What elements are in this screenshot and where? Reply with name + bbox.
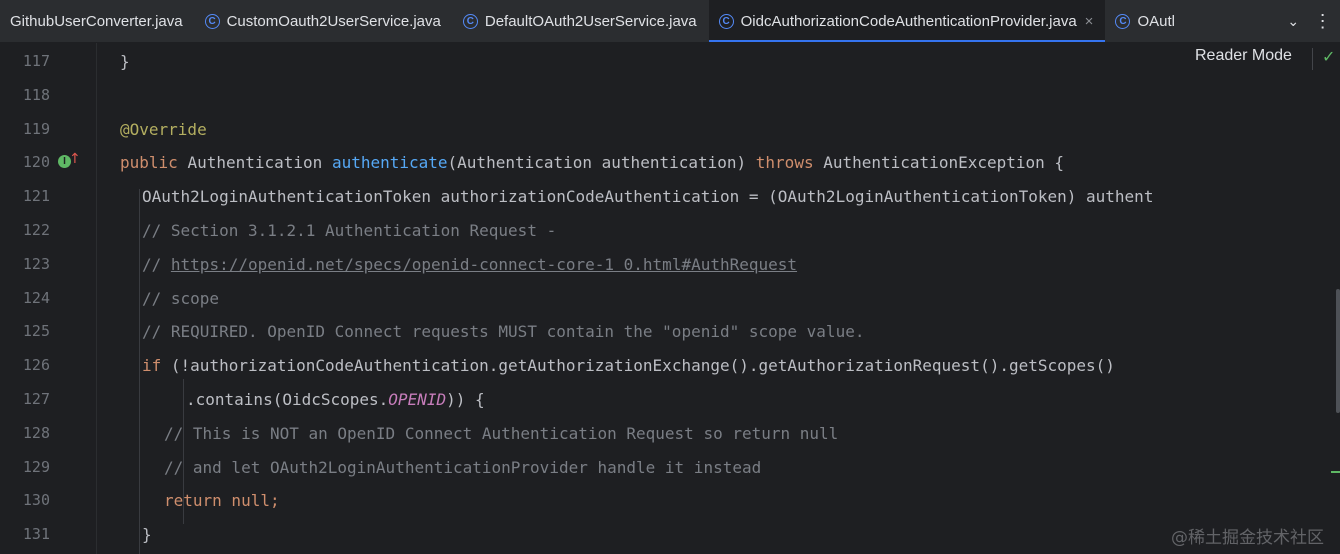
code-line: 120 public Authentication authenticate(Au… (0, 146, 1340, 180)
code-line: 129 // and let OAuth2LoginAuthenticationP… (0, 451, 1340, 485)
line-number: 130 (22, 491, 50, 510)
code-token: // (142, 254, 171, 274)
line-number: 128 (22, 423, 50, 442)
line-number: 127 (22, 390, 50, 408)
code-token: // scope (142, 288, 220, 308)
code-line: 117} (0, 45, 1340, 79)
tab-overflow-controls: ⌄ ⋮ (1280, 0, 1340, 42)
tab-oidcauthorizationcodeauthenticationprovider[interactable]: C OidcAuthorizationCodeAuthenticationPro… (708, 0, 1106, 42)
code-token: if (142, 356, 171, 376)
code-line: 131} (0, 518, 1340, 552)
tab-oauth-truncated[interactable]: C OAutl (1105, 0, 1187, 42)
more-icon[interactable]: ⋮ (1314, 11, 1333, 32)
code-token: @Override (120, 119, 207, 139)
override-arrow-icon[interactable]: ↑ (69, 151, 81, 167)
code-text: // REQUIRED. OpenID Connect requests MUS… (142, 315, 864, 349)
code-text: @Override (120, 113, 207, 147)
code-token: // Section 3.1.2.1 Authentication Reques… (142, 221, 557, 240)
code-token: throws (755, 153, 824, 173)
code-text: public Authentication authenticate(Authe… (120, 146, 1064, 180)
line-number: 118 (22, 85, 50, 104)
tab-label: CustomOauth2UserService.java (226, 12, 441, 30)
tab-label: OAutl (1137, 12, 1175, 30)
class-icon: C (718, 13, 734, 29)
code-text: if (!authorizationCodeAuthentication.get… (142, 349, 1115, 383)
tab-label: OidcAuthorizationCodeAuthenticationProvi… (740, 12, 1077, 30)
code-text: // Section 3.1.2.1 Authentication Reques… (142, 214, 556, 248)
indent-guide (139, 189, 140, 554)
code-line: 118 (0, 79, 1340, 113)
change-marker (1331, 471, 1340, 473)
code-token: // and let OAuth2LoginAuthenticationProv… (164, 457, 762, 477)
line-number: 126 (22, 356, 50, 375)
code-line: 122 // Section 3.1.2.1 Authentication Req… (0, 214, 1340, 248)
tab-customoauth2userservice[interactable]: C CustomOauth2UserService.java (195, 0, 453, 42)
chevron-down-icon[interactable]: ⌄ (1287, 13, 1299, 30)
code-token: // This is NOT an OpenID Connect Authent… (164, 423, 839, 443)
code-token: OPENID (388, 390, 447, 409)
code-token: Authentication (187, 153, 332, 173)
checkmark-icon[interactable]: ✓ (1322, 47, 1335, 66)
code-line: 121 OAuth2LoginAuthenticationToken author… (0, 180, 1340, 214)
code-line: 130 return null; (0, 484, 1340, 518)
code-token: authenticate (331, 153, 448, 173)
code-editor[interactable]: 117} 118 119 @Override 120 public Authenticat… (0, 43, 1340, 554)
code-text: } (120, 45, 130, 79)
code-text: // and let OAuth2LoginAuthenticationProv… (164, 451, 761, 485)
indent-guide (183, 379, 184, 524)
editor-tab-bar: GithubUserConverter.java C CustomOauth2U… (0, 0, 1340, 43)
line-number: 119 (22, 119, 50, 138)
line-number: 122 (22, 221, 50, 239)
code-text: // scope (142, 282, 219, 316)
code-line: 124 // scope (0, 282, 1340, 316)
code-token: https://openid.net/specs/openid-connect-… (170, 254, 798, 274)
watermark: @稀土掘金技术社区 (1171, 528, 1324, 548)
line-number: 123 (22, 254, 50, 273)
code-token: AuthenticationException { (823, 153, 1065, 173)
code-line: 123 // https://openid.net/specs/openid-co… (0, 248, 1340, 282)
code-token: } (120, 52, 130, 71)
code-token: .contains(OidcScopes. (186, 390, 389, 409)
code-line: 127 .contains(OidcScopes.OPENID)) { (0, 383, 1340, 417)
code-line: 126 if (!authorizationCodeAuthentication.… (0, 349, 1340, 383)
code-token: OAuth2LoginAuthenticationToken authoriza… (142, 187, 1154, 207)
line-number: 131 (22, 525, 50, 544)
code-text: return null; (164, 484, 280, 518)
close-icon[interactable]: × (1085, 13, 1094, 30)
code-token: } (142, 525, 152, 545)
code-token: public (120, 153, 188, 173)
line-number: 117 (22, 52, 50, 70)
line-number: 129 (22, 457, 50, 476)
tab-label: GithubUserConverter.java (10, 12, 183, 30)
code-text: .contains(OidcScopes.OPENID)) { (186, 383, 485, 417)
tab-defaultoauth2userservice[interactable]: C DefaultOAuth2UserService.java (453, 0, 709, 42)
code-token: // REQUIRED. OpenID Connect requests MUS… (142, 322, 865, 342)
class-icon: C (204, 13, 220, 29)
code-line: 125 // REQUIRED. OpenID Connect requests … (0, 315, 1340, 349)
code-text: OAuth2LoginAuthenticationToken authoriza… (142, 180, 1153, 214)
code-text: } (142, 518, 152, 552)
code-token: (Authentication authentication) (447, 153, 756, 173)
code-line: 119 @Override (0, 113, 1340, 147)
code-text: // https://openid.net/specs/openid-conne… (142, 248, 797, 282)
class-icon: C (1115, 13, 1131, 29)
toolbar-divider (1312, 48, 1313, 70)
code-token: (!authorizationCodeAuthentication.getAut… (170, 356, 1115, 376)
code-text: // This is NOT an OpenID Connect Authent… (164, 417, 838, 451)
line-number: 121 (22, 187, 50, 206)
vertical-scrollbar[interactable] (1336, 289, 1340, 413)
code-line: 128 // This is NOT an OpenID Connect Auth… (0, 417, 1340, 451)
tab-label: DefaultOAuth2UserService.java (484, 12, 697, 30)
line-number: 124 (22, 288, 50, 307)
line-number: 120 (22, 153, 50, 172)
code-token: )) { (446, 390, 485, 409)
tab-githubuserconverter[interactable]: GithubUserConverter.java (0, 0, 195, 42)
line-number: 125 (22, 322, 50, 341)
class-icon: C (462, 13, 478, 29)
reader-mode-button[interactable]: Reader Mode (1195, 47, 1292, 65)
code-token: return null; (164, 491, 280, 511)
